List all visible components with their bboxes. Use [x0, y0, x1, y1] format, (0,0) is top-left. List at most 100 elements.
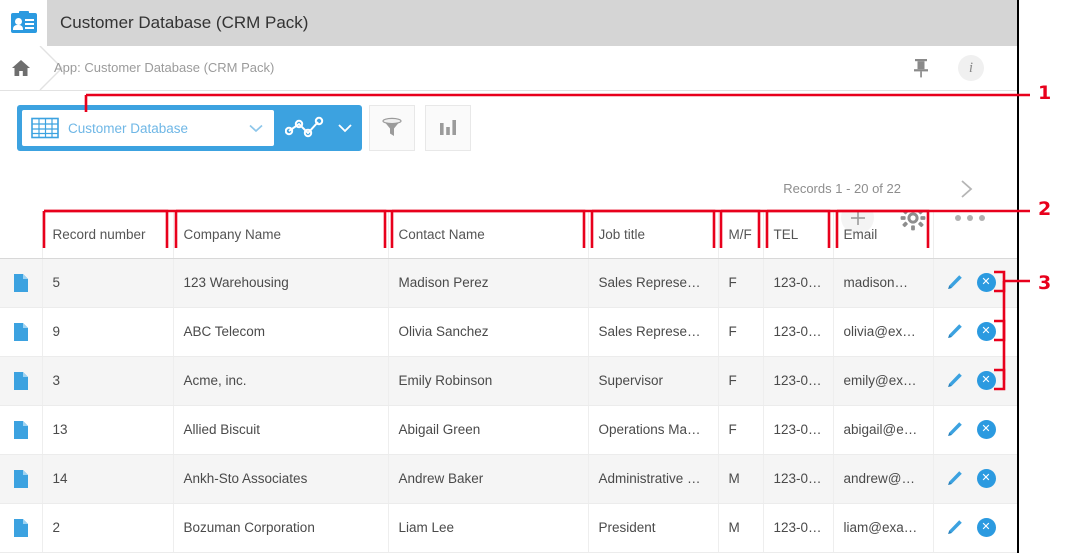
cell-contact-name: Emily Robinson [388, 356, 588, 405]
col-header-contact-name[interactable]: Contact Name [388, 211, 588, 258]
annotation-number-2: 2 [1038, 198, 1051, 220]
cell-email[interactable]: liam@exa… [833, 503, 933, 552]
home-icon[interactable] [10, 57, 32, 79]
row-document-cell[interactable] [0, 503, 42, 552]
delete-circle-icon[interactable]: ✕ [977, 469, 996, 488]
cell-tel[interactable]: 123-0… [763, 503, 833, 552]
annotation-number-1: 1 [1038, 82, 1051, 104]
document-icon[interactable] [14, 470, 28, 488]
view-selector-field[interactable]: Customer Database [22, 110, 274, 146]
table-row[interactable]: 13Allied BiscuitAbigail GreenOperations … [0, 405, 1017, 454]
line-graph-icon[interactable] [285, 115, 327, 141]
table-row[interactable]: 2Bozuman CorporationLiam LeePresidentM12… [0, 503, 1017, 552]
table-row[interactable]: 3Acme, inc.Emily RobinsonSupervisorF123-… [0, 356, 1017, 405]
col-header-icon [0, 211, 42, 258]
page-title: Customer Database (CRM Pack) [60, 0, 308, 46]
records-summary: Records 1 - 20 of 22 [783, 167, 901, 211]
graph-chevron-down-icon[interactable] [335, 121, 355, 135]
cell-record-number: 5 [42, 258, 173, 307]
delete-circle-icon[interactable]: ✕ [977, 518, 996, 537]
cell-record-number: 2 [42, 503, 173, 552]
cell-company-name: Ankh-Sto Associates [173, 454, 388, 503]
next-page-icon[interactable] [955, 178, 977, 200]
title-bar: Customer Database (CRM Pack) [0, 0, 1017, 46]
col-header-job-title[interactable]: Job title [588, 211, 718, 258]
col-header-company-name[interactable]: Company Name [173, 211, 388, 258]
cell-record-number: 14 [42, 454, 173, 503]
row-document-cell[interactable] [0, 307, 42, 356]
cell-job-title: Administrative … [588, 454, 718, 503]
cell-email[interactable]: madison… [833, 258, 933, 307]
filter-button[interactable] [369, 105, 415, 151]
cell-email[interactable]: olivia@ex… [833, 307, 933, 356]
cell-job-title: Supervisor [588, 356, 718, 405]
info-button[interactable]: i [958, 55, 984, 81]
delete-circle-icon[interactable]: ✕ [977, 322, 996, 341]
cell-tel[interactable]: 123-0… [763, 454, 833, 503]
cell-actions: ✕ [933, 356, 1017, 405]
cell-job-title: Sales Represe… [588, 307, 718, 356]
cell-tel[interactable]: 123-0… [763, 258, 833, 307]
table-body: 5123 WarehousingMadison PerezSales Repre… [0, 258, 1017, 552]
cell-record-number: 13 [42, 405, 173, 454]
delete-circle-icon[interactable]: ✕ [977, 420, 996, 439]
table-grid-icon [31, 117, 59, 139]
cell-contact-name: Abigail Green [388, 405, 588, 454]
cell-email[interactable]: emily@ex… [833, 356, 933, 405]
table-row[interactable]: 14Ankh-Sto AssociatesAndrew BakerAdminis… [0, 454, 1017, 503]
document-icon[interactable] [14, 274, 28, 292]
cell-mf: F [718, 307, 763, 356]
chevron-down-icon[interactable] [246, 122, 266, 134]
cell-mf: F [718, 356, 763, 405]
app-icon-container[interactable] [0, 0, 47, 46]
col-header-email[interactable]: Email [833, 211, 933, 258]
cell-tel[interactable]: 123-0… [763, 405, 833, 454]
row-document-cell[interactable] [0, 405, 42, 454]
cell-tel[interactable]: 123-0… [763, 307, 833, 356]
pencil-icon[interactable] [946, 470, 963, 487]
table-row[interactable]: 9ABC TelecomOlivia SanchezSales Represe…… [0, 307, 1017, 356]
row-document-cell[interactable] [0, 258, 42, 307]
pencil-icon[interactable] [946, 519, 963, 536]
cell-company-name: Allied Biscuit [173, 405, 388, 454]
cell-company-name: 123 Warehousing [173, 258, 388, 307]
cell-actions: ✕ [933, 258, 1017, 307]
document-icon[interactable] [14, 372, 28, 390]
row-document-cell[interactable] [0, 356, 42, 405]
pin-icon[interactable] [912, 57, 930, 79]
cell-contact-name: Andrew Baker [388, 454, 588, 503]
chart-button[interactable] [425, 105, 471, 151]
filter-funnel-icon [380, 116, 404, 140]
delete-circle-icon[interactable]: ✕ [977, 273, 996, 292]
row-document-cell[interactable] [0, 454, 42, 503]
toolbar: Customer Database [0, 91, 1017, 167]
document-icon[interactable] [14, 323, 28, 341]
cell-contact-name: Liam Lee [388, 503, 588, 552]
table-header-row: Record number Company Name Contact Name … [0, 211, 1017, 258]
cell-record-number: 3 [42, 356, 173, 405]
cell-actions: ✕ [933, 503, 1017, 552]
pencil-icon[interactable] [946, 372, 963, 389]
cell-tel[interactable]: 123-0… [763, 356, 833, 405]
cell-contact-name: Olivia Sanchez [388, 307, 588, 356]
cell-contact-name: Madison Perez [388, 258, 588, 307]
breadcrumb-path[interactable]: App: Customer Database (CRM Pack) [54, 46, 274, 90]
view-selector[interactable]: Customer Database [17, 105, 362, 151]
pencil-icon[interactable] [946, 421, 963, 438]
cell-email[interactable]: andrew@… [833, 454, 933, 503]
cell-actions: ✕ [933, 454, 1017, 503]
document-icon[interactable] [14, 519, 28, 537]
pencil-icon[interactable] [946, 274, 963, 291]
table-row[interactable]: 5123 WarehousingMadison PerezSales Repre… [0, 258, 1017, 307]
cell-email[interactable]: abigail@e… [833, 405, 933, 454]
pencil-icon[interactable] [946, 323, 963, 340]
col-header-tel[interactable]: TEL [763, 211, 833, 258]
document-icon[interactable] [14, 421, 28, 439]
delete-circle-icon[interactable]: ✕ [977, 371, 996, 390]
records-table: Record number Company Name Contact Name … [0, 211, 1017, 553]
col-header-mf[interactable]: M/F [718, 211, 763, 258]
cell-actions: ✕ [933, 307, 1017, 356]
col-header-record-number[interactable]: Record number [42, 211, 173, 258]
cell-job-title: President [588, 503, 718, 552]
contact-card-icon [11, 13, 37, 33]
